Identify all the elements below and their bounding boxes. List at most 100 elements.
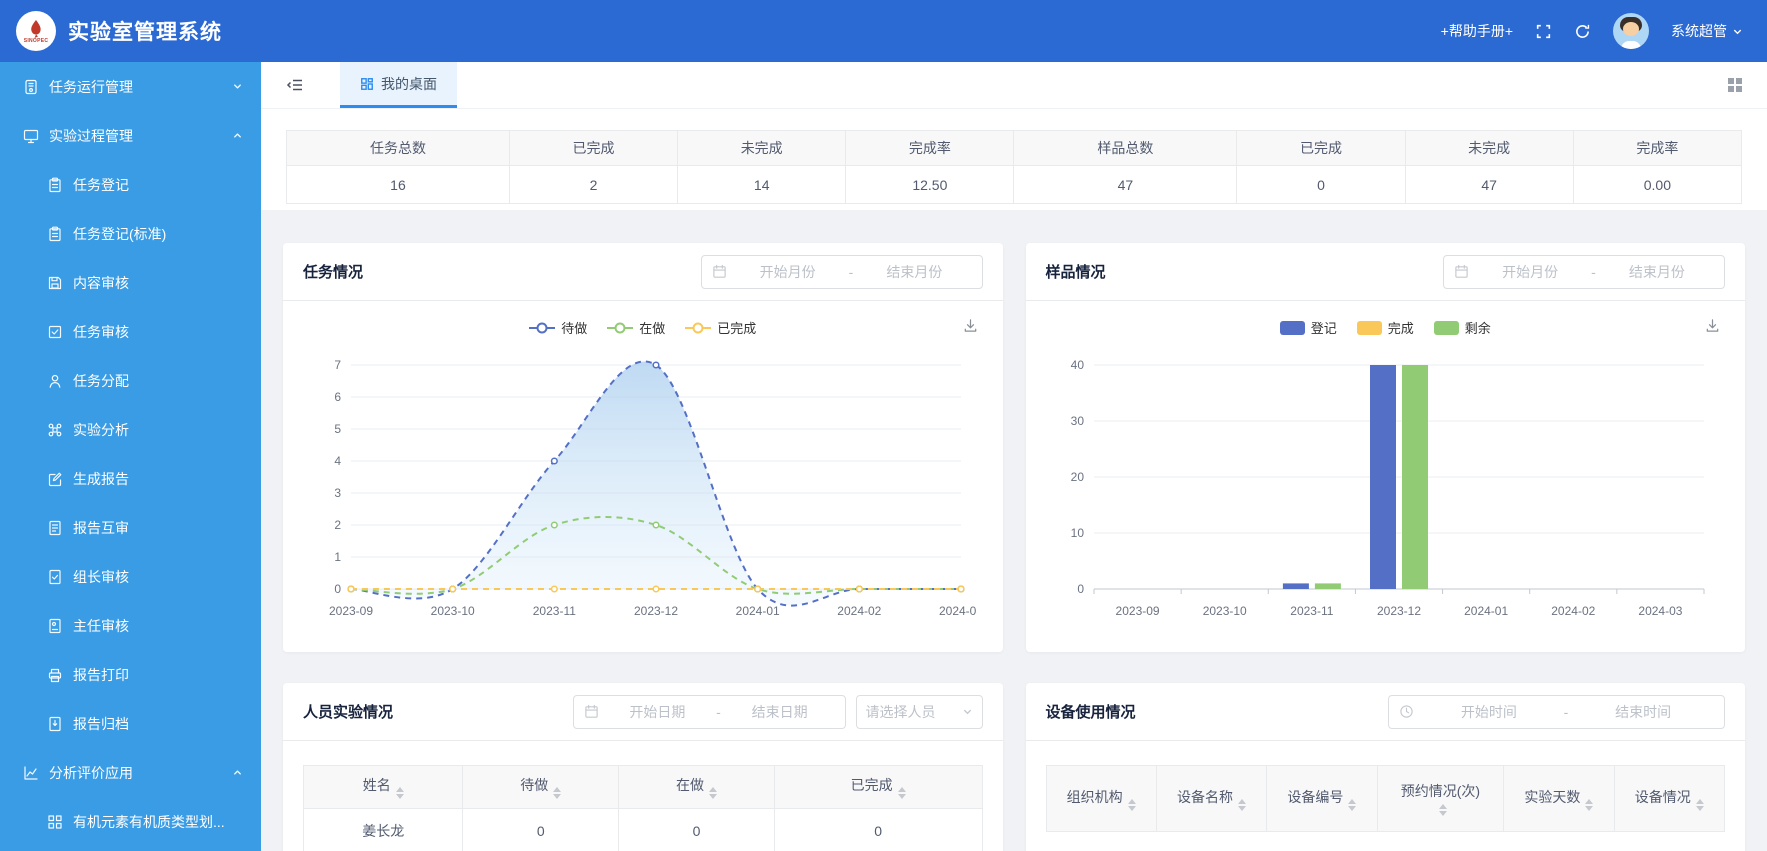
sidebar-item-report-archive[interactable]: 报告归档	[0, 699, 261, 748]
column-header[interactable]: 设备编号	[1266, 765, 1378, 832]
user-icon	[46, 373, 63, 389]
sidebar-item-report-print[interactable]: 报告打印	[0, 650, 261, 699]
sidebar-item-task-assign[interactable]: 任务分配	[0, 356, 261, 405]
legend-item[interactable]: 已完成	[685, 318, 756, 337]
svg-text:2023-09: 2023-09	[1115, 604, 1159, 618]
sidebar-item-experiment-process-management[interactable]: 实验过程管理	[0, 111, 261, 160]
avatar[interactable]	[1613, 13, 1649, 49]
sample-panel: 样品情况 开始月份 - 结束月份 登记 完成 剩余 0 10 20 30 40 202	[1025, 243, 1745, 652]
chevron-up-icon	[232, 130, 243, 141]
svg-text:6: 6	[334, 390, 341, 404]
sidebar-item-organic-element-type[interactable]: 有机元素有机质类型划...	[0, 797, 261, 846]
sidebar-item-label: 任务审核	[73, 323, 129, 340]
equipment-time-range-input[interactable]: 开始时间 - 结束时间	[1388, 694, 1725, 729]
person-select-placeholder: 请选择人员	[865, 703, 936, 720]
doc-lines-icon	[46, 520, 63, 536]
stats-header: 完成率	[845, 130, 1015, 166]
column-header[interactable]: 已完成	[773, 765, 983, 809]
sidebar-item-label: 组长审核	[73, 568, 129, 585]
sidebar-item-task-register-standard[interactable]: 任务登记(标准)	[0, 209, 261, 258]
column-header[interactable]: 姓名	[302, 765, 464, 809]
sample-bar-chart: 0 10 20 30 40 2023-09 2023-10 2023-11 2023-12 202…	[1044, 339, 1728, 632]
svg-text:2024-01: 2024-01	[1464, 604, 1508, 618]
legend-item[interactable]: 登记	[1279, 318, 1337, 337]
calendar-icon	[584, 704, 599, 719]
user-menu[interactable]: 系统超管	[1671, 21, 1743, 41]
svg-text:2024-01: 2024-01	[736, 604, 780, 618]
personnel-date-range-input[interactable]: 开始日期 - 结束日期	[572, 694, 846, 729]
legend-item[interactable]: 在做	[607, 318, 665, 337]
svg-text:2023-11: 2023-11	[1290, 604, 1333, 618]
sidebar-item-task-review[interactable]: 任务审核	[0, 307, 261, 356]
sidebar-item-label: 任务分配	[73, 372, 129, 389]
column-header[interactable]: 在做	[618, 765, 775, 809]
sidebar-item-generate-report[interactable]: 生成报告	[0, 454, 261, 503]
download-icon[interactable]	[962, 317, 979, 334]
stats-header: 已完成	[1236, 130, 1406, 166]
personnel-table: 姓名 待做 在做 已完成 姜长龙 0 0 0	[302, 765, 983, 851]
stats-header: 未完成	[1404, 130, 1574, 166]
svg-text:2024-03: 2024-03	[1638, 604, 1682, 618]
person-select[interactable]: 请选择人员	[855, 694, 983, 729]
column-header[interactable]: 组织机构	[1045, 765, 1157, 832]
sort-carets-icon	[1585, 798, 1594, 811]
sidebar-item-director-review[interactable]: 主任审核	[0, 601, 261, 650]
table-row: 姜长龙 0 0 0	[302, 808, 983, 851]
chevron-down-icon	[1733, 29, 1742, 34]
table-cell: 0	[773, 808, 983, 851]
legend-item[interactable]: 完成	[1356, 318, 1414, 337]
legend-item[interactable]: 待做	[529, 318, 587, 337]
tab-my-desktop[interactable]: 我的桌面	[340, 62, 457, 108]
sort-carets-icon	[1348, 798, 1357, 811]
sidebar-item-label: 任务登记	[73, 176, 129, 193]
personnel-panel-title: 人员实验情况	[303, 704, 394, 721]
sidebar-item-analysis-evaluation-app[interactable]: 分析评价应用	[0, 748, 261, 797]
column-header[interactable]: 实验天数	[1503, 765, 1615, 832]
svg-text:2023-09: 2023-09	[329, 604, 373, 618]
main-area: 我的桌面 任务总数 已完成 未完成 完成率 样品总数 已完成 未完成 完成率 16 2 14 12.5…	[261, 62, 1767, 851]
sidebar-item-content-review[interactable]: 内容审核	[0, 258, 261, 307]
sidebar-item-experiment-analysis[interactable]: 实验分析	[0, 405, 261, 454]
legend-label: 已完成	[717, 321, 757, 336]
start-month-placeholder: 开始月份	[759, 263, 816, 280]
sidebar-item-task-run-management[interactable]: 任务运行管理	[0, 62, 261, 111]
layout-grid-icon[interactable]	[1727, 77, 1743, 93]
task-month-range-input[interactable]: 开始月份 - 结束月份	[700, 254, 983, 289]
app-header: SINOPEC 实验室管理系统 +帮助手册+ 系统超管	[0, 0, 1767, 62]
tab-bar: 我的桌面	[261, 62, 1767, 109]
sidebar-item-group-leader-review[interactable]: 组长审核	[0, 552, 261, 601]
column-header[interactable]: 预约情况(次)	[1376, 765, 1505, 832]
sort-carets-icon	[897, 787, 906, 799]
legend-item[interactable]: 剩余	[1433, 318, 1491, 337]
help-link[interactable]: +帮助手册+	[1441, 21, 1513, 41]
start-time-placeholder: 开始时间	[1460, 703, 1517, 720]
equipment-table: 组织机构 设备名称 设备编号 预约情况(次) 实验天数 设备情况	[1045, 765, 1726, 832]
download-icon[interactable]	[1704, 317, 1721, 334]
archive-icon	[46, 716, 63, 732]
column-header[interactable]: 设备名称	[1155, 765, 1268, 832]
start-date-placeholder: 开始日期	[629, 703, 686, 720]
column-header[interactable]: 待做	[462, 765, 620, 809]
svg-text:4: 4	[334, 454, 341, 468]
stats-value: 47	[1404, 165, 1574, 204]
stats-header: 未完成	[677, 130, 847, 166]
nodes-icon	[46, 814, 63, 830]
sidebar-item-report-cross-review[interactable]: 报告互审	[0, 503, 261, 552]
refresh-icon[interactable]	[1574, 23, 1591, 40]
sidebar-item-label: 报告归档	[73, 715, 129, 732]
sidebar-item-task-register[interactable]: 任务登记	[0, 160, 261, 209]
desktop-grid-icon	[360, 77, 374, 91]
chevron-down-icon	[232, 81, 243, 92]
column-header[interactable]: 设备情况	[1613, 765, 1726, 832]
line-marker-icon	[685, 326, 712, 329]
menu-fold-icon[interactable]	[286, 76, 304, 94]
end-date-placeholder: 结束日期	[751, 703, 808, 720]
fullscreen-icon[interactable]	[1535, 23, 1552, 40]
monitor-icon	[22, 128, 39, 144]
sidebar-item-label: 任务运行管理	[49, 78, 133, 95]
clipboard-icon	[46, 177, 63, 193]
sidebar: 任务运行管理实验过程管理任务登记任务登记(标准) 内容审核任务审核任务分配实验分析…	[0, 62, 261, 851]
sample-month-range-input[interactable]: 开始月份 - 结束月份	[1443, 254, 1725, 289]
legend-label: 登记	[1310, 321, 1337, 336]
stats-table: 任务总数 已完成 未完成 完成率 样品总数 已完成 未完成 完成率 16 2 14 12.50 47 0 4…	[286, 130, 1743, 204]
